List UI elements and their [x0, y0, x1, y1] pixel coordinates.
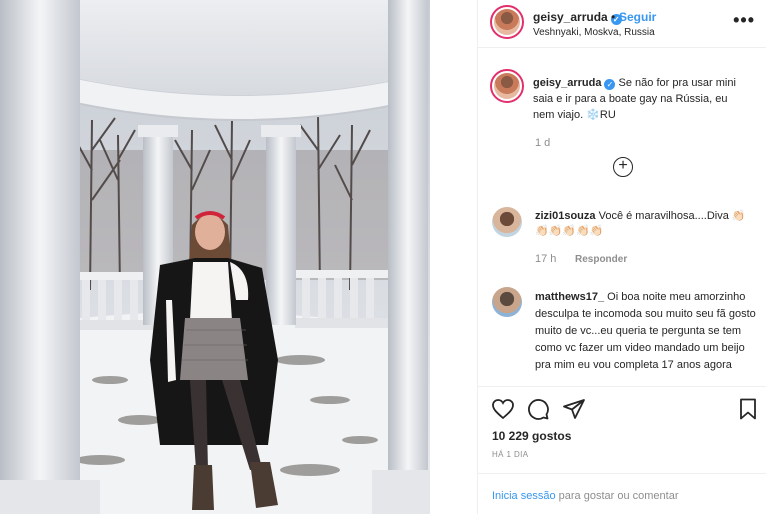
- paper-plane-icon: [563, 399, 585, 419]
- comment-icon: [528, 399, 549, 420]
- bookmark-icon: [740, 398, 756, 420]
- login-prompt: Inicia sessão para gostar ou comentar: [492, 490, 679, 502]
- post-photo[interactable]: [0, 0, 477, 514]
- comment-avatar[interactable]: [492, 207, 522, 237]
- comment-item: zizi01souza Você é maravilhosa....Diva 👏…: [535, 209, 755, 239]
- comment-button[interactable]: [526, 397, 550, 421]
- post-caption: geisy_arruda ✓ Se não for pra usar mini s…: [533, 75, 751, 123]
- caption-verified-badge-icon: ✓: [604, 79, 616, 90]
- likes-count[interactable]: 10 229 gostos: [492, 429, 571, 443]
- reply-button[interactable]: Responder: [575, 254, 627, 265]
- heart-icon: [492, 399, 514, 420]
- comment-item: matthews17_ Oi boa noite meu amorzinho d…: [535, 289, 757, 374]
- like-button[interactable]: [491, 397, 515, 421]
- author-avatar[interactable]: [490, 5, 524, 39]
- plus-circle-icon: +: [618, 157, 628, 174]
- post-photo-image: [0, 0, 477, 514]
- post-date[interactable]: HÁ 1 DIA: [492, 450, 529, 459]
- comment-username[interactable]: matthews17_: [535, 291, 604, 303]
- post-location[interactable]: Veshnyaki, Moskva, Russia: [533, 27, 655, 38]
- post-side-panel: geisy_arruda ✓ • Seguir Veshnyaki, Moskva…: [477, 0, 766, 514]
- comment-avatar[interactable]: [492, 287, 522, 317]
- comment-username[interactable]: zizi01souza: [535, 210, 596, 222]
- header-separator: •: [611, 10, 616, 24]
- follow-button[interactable]: Seguir: [619, 10, 656, 24]
- caption-author-avatar[interactable]: [490, 69, 524, 103]
- caption-username[interactable]: geisy_arruda: [533, 77, 601, 89]
- more-dots-icon[interactable]: •••: [733, 10, 755, 31]
- post-header: geisy_arruda ✓ • Seguir Veshnyaki, Moskva…: [478, 0, 766, 48]
- save-button[interactable]: [736, 397, 760, 421]
- login-prompt-text: para gostar ou comentar: [555, 490, 679, 502]
- load-more-comments-button[interactable]: +: [613, 157, 633, 177]
- login-link[interactable]: Inicia sessão: [492, 490, 556, 502]
- login-bar: Inicia sessão para gostar ou comentar: [478, 473, 766, 514]
- caption-time[interactable]: 1 d: [535, 137, 550, 149]
- author-username-text[interactable]: geisy_arruda: [533, 10, 608, 24]
- share-button[interactable]: [562, 397, 586, 421]
- author-username[interactable]: geisy_arruda ✓: [533, 10, 622, 25]
- comment-text: Oi boa noite meu amorzinho desculpa te i…: [535, 291, 756, 371]
- comment-time[interactable]: 17 h: [535, 253, 556, 265]
- post-actions: 10 229 gostos HÁ 1 DIA Inicia sessão par…: [478, 386, 766, 514]
- comments-section[interactable]: geisy_arruda ✓ Se não for pra usar mini s…: [478, 49, 766, 385]
